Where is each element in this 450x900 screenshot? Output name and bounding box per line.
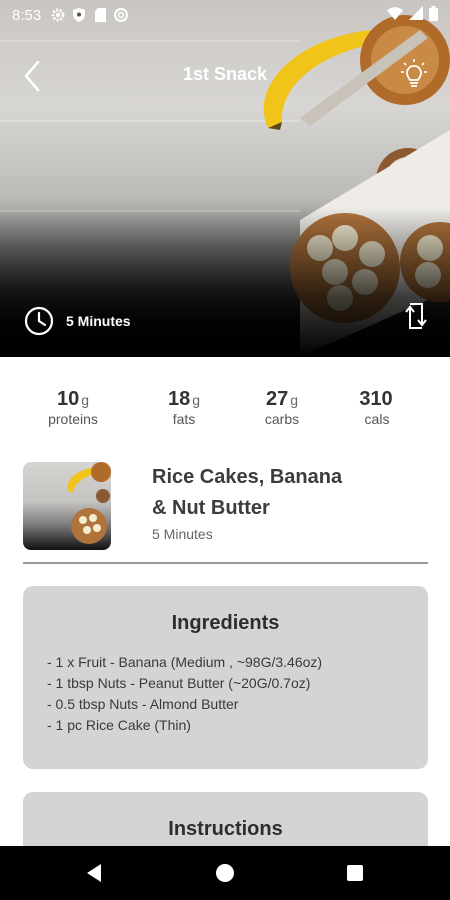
macro-name: cals [364, 411, 390, 427]
macro-unit: g [192, 392, 201, 408]
ingredient-item: - 1 x Fruit - Banana (Medium , ~98G/3.46… [47, 654, 323, 670]
macro-name: fats [172, 411, 196, 427]
shield-icon [72, 8, 86, 22]
ingredient-item: - 1 pc Rice Cake (Thin) [47, 717, 191, 733]
nav-home-icon [216, 864, 234, 882]
macro-unit: g [81, 392, 90, 408]
status-time: 8:53 [12, 6, 42, 24]
nav-home-button[interactable] [195, 846, 255, 900]
recipe-thumbnail [23, 462, 111, 550]
instructions-heading: Instructions [168, 818, 283, 840]
macros-row: 10 g proteins 18 g fats 27 g carbs 310 cals [0, 388, 450, 438]
nav-recents-icon [347, 865, 363, 881]
prep-time-label: 5 Minutes [66, 313, 131, 329]
recipe-thumbnail-image [67, 462, 111, 544]
ingredients-heading: Ingredients [171, 612, 280, 634]
macro-name: proteins [48, 411, 98, 427]
prep-time-row: 5 Minutes [24, 306, 131, 336]
system-nav-bar [0, 846, 450, 900]
ingredient-item: - 1 tbsp Nuts - Peanut Butter (~20G/0.7o… [47, 675, 311, 691]
clock-icon [24, 306, 54, 336]
nav-recents-button[interactable] [325, 846, 385, 900]
macro-value: 10 [56, 388, 80, 410]
divider [23, 562, 428, 564]
macro-proteins: 10 g proteins [23, 388, 123, 427]
recipe-title-line: & Nut Butter [152, 497, 270, 519]
status-bar: 8:53 [0, 0, 450, 30]
cellular-icon [409, 6, 423, 24]
lightbulb-icon [401, 59, 427, 87]
nav-back-button[interactable] [64, 846, 124, 900]
macro-value: 18 [167, 388, 191, 410]
wifi-icon [387, 6, 403, 24]
recipe-title: Rice Cakes, Banana & Nut Butter [152, 462, 382, 524]
swap-icon [405, 303, 427, 329]
ingredient-item: - 0.5 tbsp Nuts - Almond Butter [47, 696, 239, 712]
sim-card-icon [93, 8, 107, 22]
macro-cals: 310 cals [327, 388, 427, 427]
recipe-time: 5 Minutes [152, 526, 213, 542]
tip-button[interactable] [400, 58, 428, 92]
macro-name: carbs [264, 411, 300, 427]
macro-value: 310 [359, 388, 393, 410]
swap-meal-button[interactable] [404, 300, 428, 332]
macro-carbs: 27 g carbs [232, 388, 332, 427]
ingredients-list: - 1 x Fruit - Banana (Medium , ~98G/3.46… [23, 652, 428, 736]
macro-fats: 18 g fats [134, 388, 234, 427]
hero-image [0, 0, 450, 357]
battery-icon [429, 5, 438, 25]
settings-icon [51, 8, 65, 22]
ingredients-card: Ingredients - 1 x Fruit - Banana (Medium… [23, 586, 428, 769]
page-title: 1st Snack [182, 64, 268, 84]
macro-value: 27 [265, 388, 289, 410]
recipe-title-line: Rice Cakes, Banana [152, 466, 343, 488]
macro-unit: g [290, 392, 299, 408]
nav-back-icon [87, 864, 101, 882]
circle-a-icon [114, 8, 129, 22]
